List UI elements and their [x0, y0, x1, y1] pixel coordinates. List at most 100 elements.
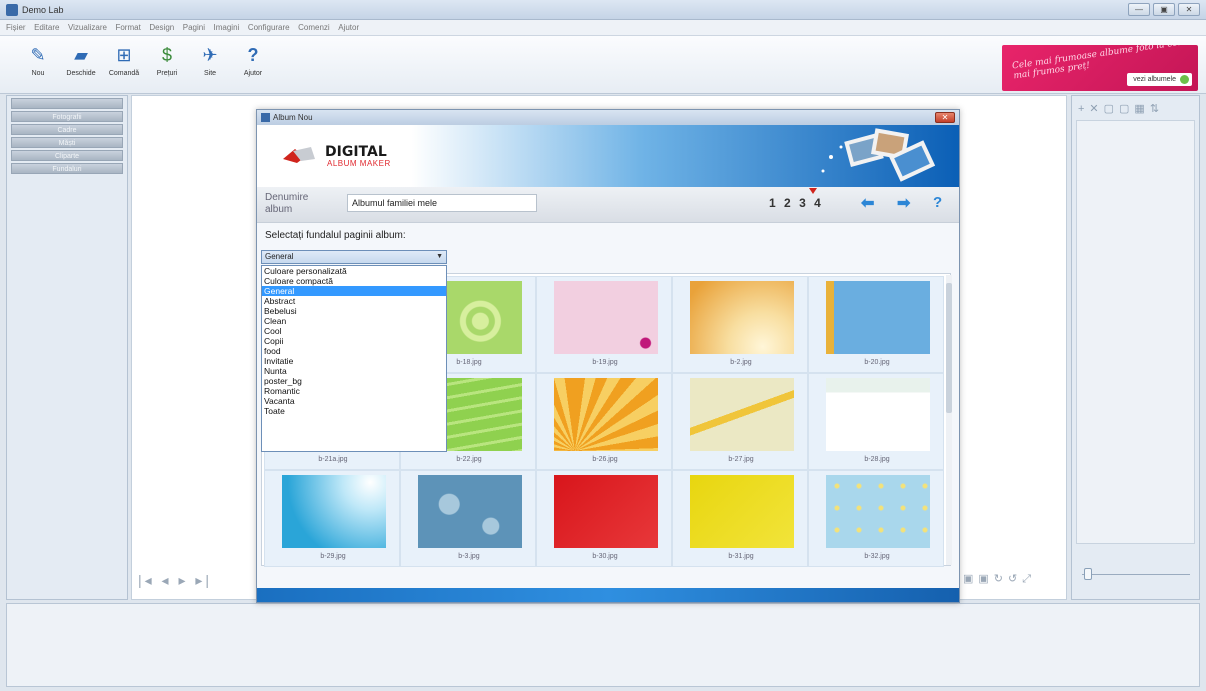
left-panel: Fotografii Cadre Măști Cliparte Fundalur…	[6, 95, 128, 600]
dialog-close-button[interactable]: ✕	[935, 112, 955, 123]
site-icon: ✈	[202, 45, 218, 65]
album-name-input[interactable]	[347, 194, 537, 212]
dialog-icon	[261, 113, 270, 122]
forward-arrow-icon[interactable]: ➡	[897, 196, 910, 212]
dropdown-option[interactable]: Vacanta	[262, 396, 446, 406]
order-button[interactable]: ⊞ Comandă	[106, 44, 142, 90]
background-thumbnail-cell[interactable]: b-2.jpg	[672, 276, 808, 373]
thumbnail-filename: b-19.jpg	[592, 359, 618, 366]
background-thumbnail-cell[interactable]: b-3.jpg	[400, 470, 536, 567]
dropdown-option[interactable]: Toate	[262, 406, 446, 416]
dropdown-option[interactable]: Bebelusi	[262, 306, 446, 316]
dropdown-option[interactable]: food	[262, 346, 446, 356]
background-thumbnail-image[interactable]	[554, 378, 658, 451]
left-item-cliparts[interactable]: Cliparte	[11, 150, 123, 161]
menu-orders[interactable]: Comenzi	[298, 23, 330, 32]
dropdown-option[interactable]: Romantic	[262, 386, 446, 396]
help-button[interactable]: ? Ajutor	[235, 44, 271, 90]
open-button[interactable]: ▰ Deschide	[63, 44, 99, 90]
prices-button[interactable]: $ Prețuri	[149, 44, 185, 90]
background-thumbnail-image[interactable]	[418, 475, 522, 548]
thumbnail-filename: b-21a.jpg	[318, 456, 348, 463]
background-thumbnail-cell[interactable]: b-31.jpg	[672, 470, 808, 567]
background-thumbnail-cell[interactable]: b-27.jpg	[672, 373, 808, 470]
open-label: Deschide	[66, 70, 96, 77]
background-thumbnail-image[interactable]	[826, 378, 930, 451]
dropdown-option[interactable]: Cool	[262, 326, 446, 336]
background-thumbnail-image[interactable]	[554, 475, 658, 548]
step-2[interactable]: 2	[784, 196, 791, 210]
dropdown-option[interactable]: Abstract	[262, 296, 446, 306]
background-thumbnail-cell[interactable]: b-26.jpg	[536, 373, 672, 470]
step-1[interactable]: 1	[769, 196, 776, 210]
background-thumbnail-cell[interactable]: b-20.jpg	[808, 276, 944, 373]
zoom-slider-thumb[interactable]	[1084, 568, 1092, 580]
dialog-title: Album Nou	[273, 113, 313, 122]
wizard-steps: 1 2 3 4	[769, 196, 826, 210]
promo-banner[interactable]: Cele mai frumoase albume foto la cel mai…	[1002, 45, 1198, 91]
dropdown-option[interactable]: Copii	[262, 336, 446, 346]
dropdown-option[interactable]: Clean	[262, 316, 446, 326]
background-thumbnail-cell[interactable]: b-29.jpg	[264, 470, 400, 567]
left-item-blank[interactable]	[11, 98, 123, 109]
background-thumbnail-image[interactable]	[554, 281, 658, 354]
app-icon	[6, 4, 18, 16]
close-button[interactable]: ✕	[1178, 3, 1200, 16]
menu-settings[interactable]: Configurare	[248, 23, 290, 32]
menu-view[interactable]: Vizualizare	[68, 23, 107, 32]
background-thumbnail-image[interactable]	[826, 475, 930, 548]
menu-edit[interactable]: Editare	[34, 23, 59, 32]
background-thumbnail-cell[interactable]: b-28.jpg	[808, 373, 944, 470]
zoom-slider-track[interactable]	[1082, 574, 1190, 575]
new-button[interactable]: ✎ Nou	[20, 44, 56, 90]
background-thumbnail-image[interactable]	[282, 475, 386, 548]
background-thumbnail-image[interactable]	[826, 281, 930, 354]
menu-bar: Fișier Editare Vizualizare Format Design…	[0, 20, 1206, 36]
grid-scrollbar-thumb[interactable]	[946, 283, 952, 413]
left-item-masks[interactable]: Măști	[11, 137, 123, 148]
right-toolbar[interactable]: +✕▢▢▦⇅	[1078, 102, 1164, 115]
dialog-help-icon[interactable]: ?	[933, 194, 942, 211]
maximize-button[interactable]: ▣	[1153, 3, 1175, 16]
menu-design[interactable]: Design	[149, 23, 174, 32]
grid-scrollbar[interactable]	[946, 275, 952, 565]
minimize-button[interactable]: —	[1128, 3, 1150, 16]
background-thumbnail-cell[interactable]: b-32.jpg	[808, 470, 944, 567]
thumbnail-filename: b-29.jpg	[320, 553, 346, 560]
thumbnail-filename: b-28.jpg	[864, 456, 890, 463]
background-thumbnail-image[interactable]	[690, 378, 794, 451]
left-item-backgrounds[interactable]: Fundaluri	[11, 163, 123, 174]
thumbnail-filename: b-30.jpg	[592, 553, 618, 560]
dropdown-option[interactable]: Culoare compactă	[262, 276, 446, 286]
open-icon: ▰	[74, 45, 88, 65]
background-thumbnail-cell[interactable]: b-30.jpg	[536, 470, 672, 567]
left-item-frames[interactable]: Cadre	[11, 124, 123, 135]
menu-file[interactable]: Fișier	[6, 23, 26, 32]
new-label: Nou	[31, 70, 45, 77]
background-thumbnail-image[interactable]	[690, 475, 794, 548]
step-4[interactable]: 4	[814, 196, 821, 210]
dropdown-option[interactable]: poster_bg	[262, 376, 446, 386]
menu-format[interactable]: Format	[115, 23, 140, 32]
new-icon: ✎	[30, 45, 46, 65]
menu-pages[interactable]: Pagini	[183, 23, 205, 32]
album-name-label: Denumire album	[265, 192, 309, 215]
step-3[interactable]: 3	[799, 196, 806, 210]
menu-images[interactable]: Imagini	[214, 23, 240, 32]
bottom-strip	[6, 603, 1200, 687]
back-arrow-icon[interactable]: ⬅	[861, 196, 874, 212]
dropdown-option[interactable]: Invitatie	[262, 356, 446, 366]
left-item-photos[interactable]: Fotografii	[11, 111, 123, 122]
dialog-footer-bar	[257, 588, 959, 602]
dropdown-option-selected[interactable]: General	[262, 286, 446, 296]
page-navigation-arrows[interactable]: |◂ ◂ ▸ ▸|	[138, 572, 212, 589]
menu-help[interactable]: Ajutor	[338, 23, 359, 32]
dropdown-option[interactable]: Culoare personalizată	[262, 266, 446, 276]
site-button[interactable]: ✈ Site	[192, 44, 228, 90]
category-select[interactable]: General ▼	[261, 250, 447, 264]
promo-button[interactable]: vezi albumele	[1127, 73, 1192, 86]
bottom-tools[interactable]: ▣▣↻↺⤢	[963, 572, 1036, 586]
dropdown-option[interactable]: Nunta	[262, 366, 446, 376]
background-thumbnail-image[interactable]	[690, 281, 794, 354]
background-thumbnail-cell[interactable]: b-19.jpg	[536, 276, 672, 373]
